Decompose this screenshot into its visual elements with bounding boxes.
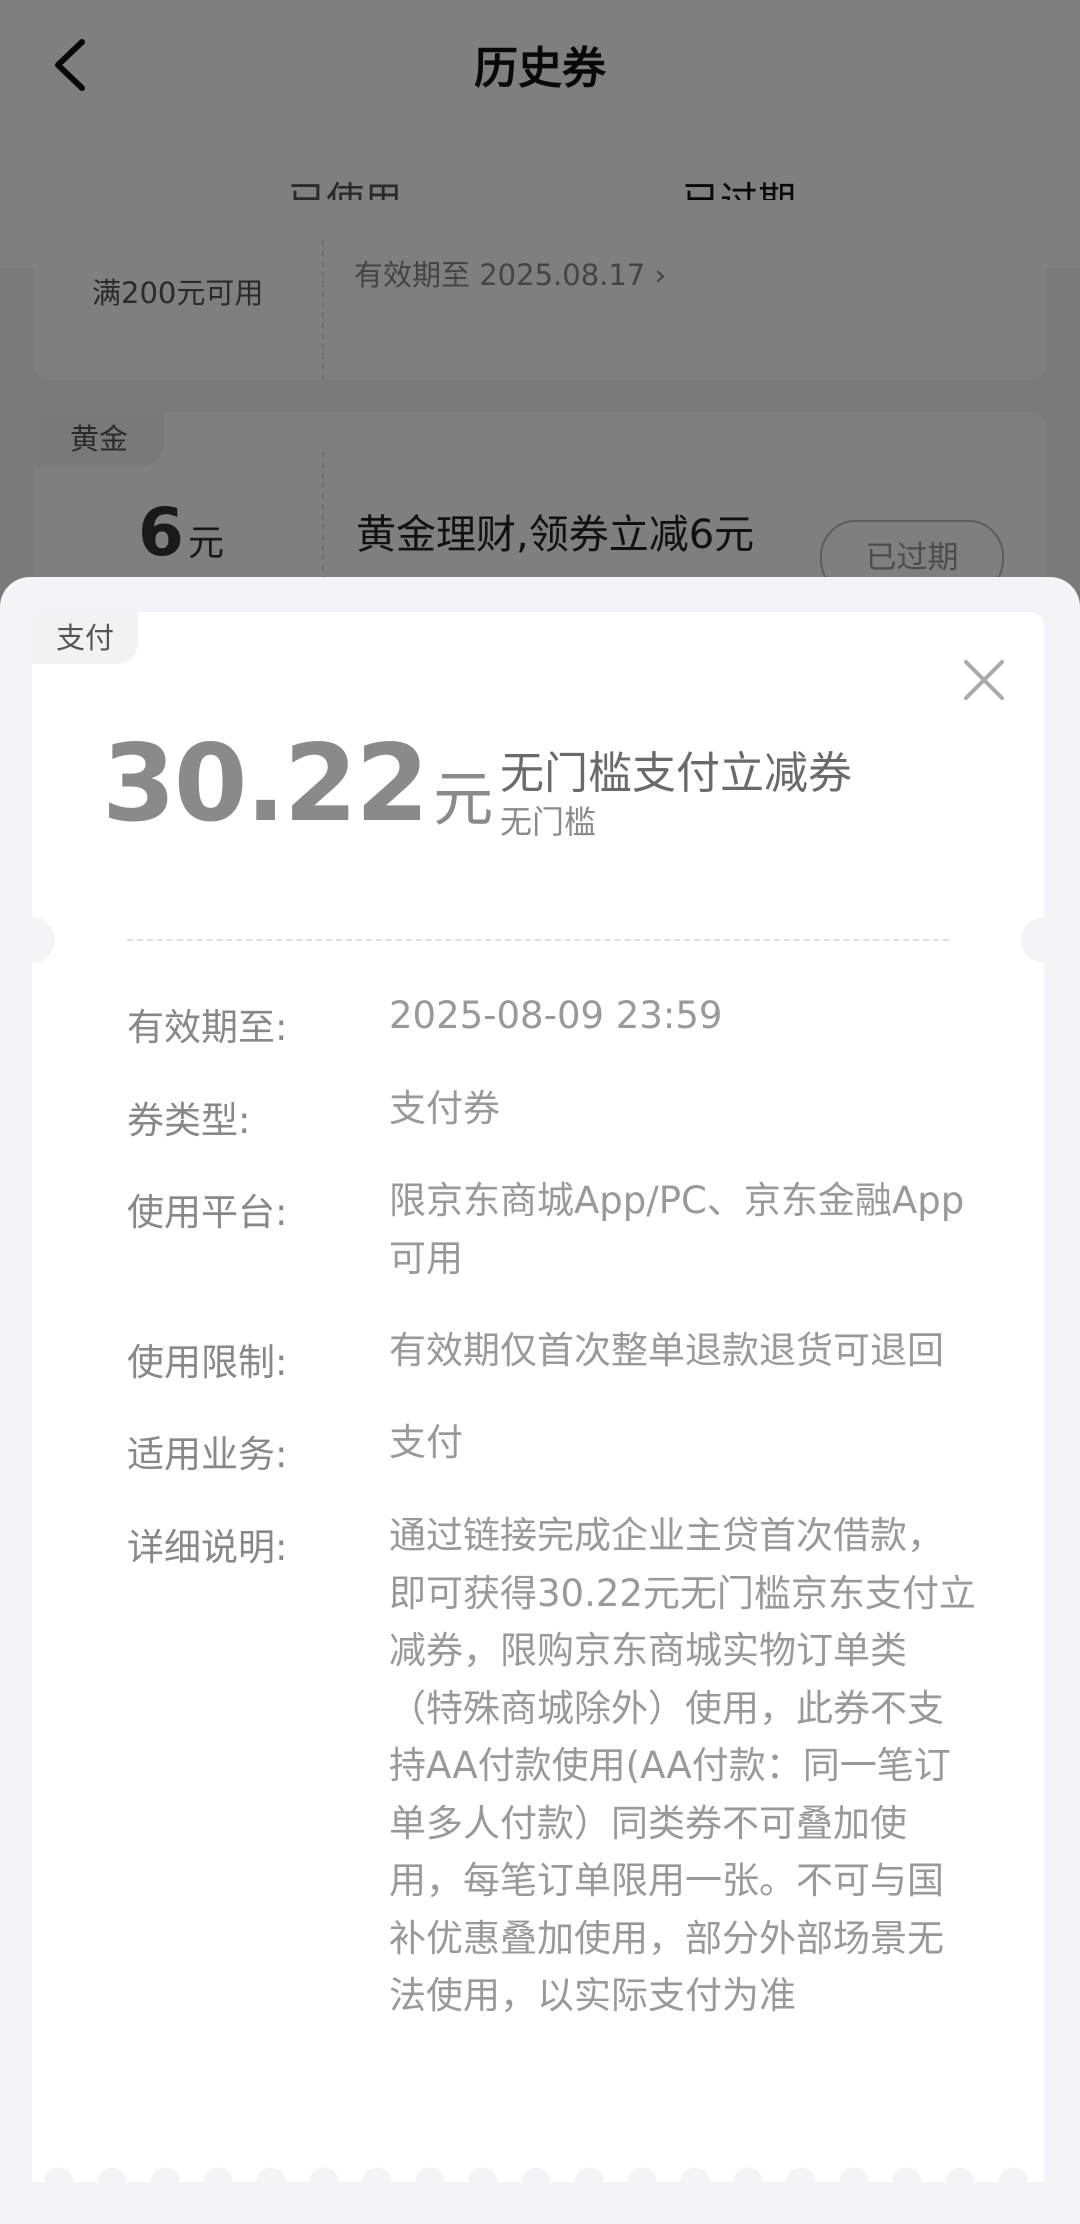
- detail-value: 限京东商城App/PC、京东金融App可用: [389, 1179, 965, 1280]
- ticket-notch: [32, 917, 55, 963]
- detail-label: 使用限制:: [127, 1341, 288, 1384]
- detail-value: 通过链接完成企业主贷首次借款，即可获得30.22元无门槛京东支付立减券，限购京东…: [389, 1514, 976, 2017]
- detail-value: 2025-08-09 23:59: [389, 994, 723, 1037]
- coupon-tag: 支付: [32, 612, 139, 664]
- detail-value: 有效期仅首次整单退款退货可退回: [389, 1329, 944, 1372]
- coupon-subtitle: 无门槛: [500, 803, 597, 841]
- coupon-amount: 30.22 元: [102, 722, 493, 845]
- detail-value: 支付券: [389, 1087, 500, 1130]
- detail-label: 适用业务:: [127, 1433, 288, 1476]
- detail-label: 使用平台:: [127, 1191, 288, 1234]
- ticket-scallop-edge: [32, 2142, 1044, 2182]
- coupon-title: 无门槛支付立减券: [500, 748, 852, 799]
- ticket-notch: [1021, 917, 1044, 963]
- detail-value: 支付: [389, 1421, 463, 1464]
- detail-label: 有效期至:: [127, 1006, 288, 1049]
- coupon-amount-unit: 元: [433, 765, 494, 835]
- close-icon[interactable]: [954, 650, 1014, 710]
- detail-label: 券类型:: [127, 1099, 251, 1142]
- coupon-ticket: 支付 30.22 元 无门槛支付立减券 无门槛 有效期至: 2025-08-09 …: [32, 612, 1044, 2182]
- dashed-divider: [127, 939, 949, 941]
- coupon-amount-value: 30.22: [102, 722, 429, 845]
- coupon-detail-sheet: 支付 30.22 元 无门槛支付立减券 无门槛 有效期至: 2025-08-09 …: [0, 577, 1080, 2224]
- detail-label: 详细说明:: [127, 1526, 288, 1569]
